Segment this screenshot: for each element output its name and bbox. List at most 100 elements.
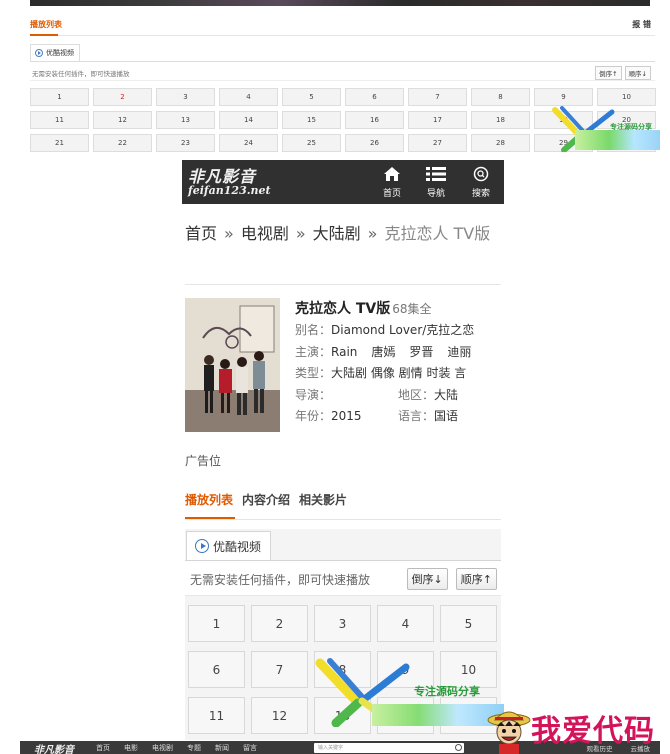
footer-logo[interactable]: 非凡影音 <box>34 741 74 754</box>
blur-patch <box>372 704 504 726</box>
alias-key: 别名： <box>295 323 332 337</box>
footer-menu-item[interactable]: 专题 <box>187 743 201 753</box>
stamp-text: 我爱代码 <box>531 714 655 749</box>
desktop-episode-button[interactable]: 12 <box>93 111 152 129</box>
desktop-playlist-preview: 播放列表 报 错 优酷视频 无需安装任何插件，即可快速播放 倒序↑ 顺序↓ 12… <box>20 0 660 152</box>
onepiece-avatar-icon <box>487 711 531 754</box>
footer-menu-item[interactable]: 电影 <box>124 743 138 753</box>
desktop-episode-button[interactable]: 5 <box>282 88 341 106</box>
desktop-episode-button[interactable]: 1 <box>30 88 89 106</box>
year-value: 2015 <box>331 409 362 423</box>
breadcrumb-subcategory[interactable]: 大陆剧 <box>313 224 361 243</box>
cast-key: 主演： <box>295 344 332 359</box>
alias-row: 别名：Diamond Lover/克拉之恋 <box>295 320 501 342</box>
desktop-episode-button[interactable]: 2 <box>93 88 152 106</box>
desktop-episode-button[interactable]: 10 <box>597 88 656 106</box>
breadcrumb-category[interactable]: 电视剧 <box>241 224 289 243</box>
desktop-sort-asc-button[interactable]: 顺序↓ <box>624 66 651 80</box>
nav-search[interactable]: 搜索 <box>466 164 496 202</box>
desktop-hint-text: 无需安装任何插件，即可快速播放 <box>32 70 130 78</box>
genre-value: 大陆剧 偶像 剧情 时装 言 <box>331 366 467 380</box>
breadcrumb-current: 克拉恋人 TV版 <box>384 224 491 243</box>
desktop-episode-button[interactable]: 18 <box>471 111 530 129</box>
desktop-episode-button[interactable]: 21 <box>30 134 89 152</box>
desktop-episode-button[interactable]: 13 <box>156 111 215 129</box>
episode-button[interactable]: 2 <box>251 605 308 642</box>
director-key: 导演： <box>295 387 332 402</box>
desktop-episode-button[interactable]: 22 <box>93 134 152 152</box>
page-root: 播放列表 报 错 优酷视频 无需安装任何插件，即可快速播放 倒序↑ 顺序↓ 12… <box>0 0 670 754</box>
desktop-episode-button[interactable]: 11 <box>30 111 89 129</box>
language-key: 语言： <box>398 409 435 423</box>
desktop-episode-button[interactable]: 4 <box>219 88 278 106</box>
search-icon <box>473 166 489 182</box>
desktop-episode-button[interactable]: 15 <box>282 111 341 129</box>
tab-related[interactable]: 相关影片 <box>299 490 347 519</box>
episode-button[interactable]: 3 <box>314 605 371 642</box>
desktop-episode-button[interactable]: 17 <box>408 111 467 129</box>
episode-button[interactable]: 6 <box>188 651 245 688</box>
desktop-episode-button[interactable]: 6 <box>345 88 404 106</box>
nav-search-label: 搜索 <box>471 189 490 199</box>
desktop-sort-desc-button[interactable]: 倒序↑ <box>595 66 622 80</box>
language-value: 国语 <box>434 409 459 423</box>
cast-member[interactable]: Rain <box>331 345 357 359</box>
site-logo-domain[interactable]: feifan123.net <box>188 184 271 197</box>
episode-button[interactable]: 4 <box>377 605 434 642</box>
desktop-episode-button[interactable]: 24 <box>219 134 278 152</box>
list-icon <box>426 167 446 181</box>
nav-home[interactable]: 首页 <box>377 164 407 202</box>
breadcrumb-separator: » <box>295 224 306 243</box>
breadcrumb: 首页 » 电视剧 » 大陆剧 » 克拉恋人 TV版 <box>185 218 501 250</box>
footer-menu-item[interactable]: 电视剧 <box>152 743 173 753</box>
desktop-episode-button[interactable]: 27 <box>408 134 467 152</box>
source-tab-youku[interactable]: 优酷视频 <box>186 531 271 560</box>
report-error-link[interactable]: 报 错 <box>632 19 651 30</box>
cast-member[interactable]: 罗晋 <box>409 345 433 359</box>
episode-button[interactable]: 7 <box>251 651 308 688</box>
tab-playlist[interactable]: 播放列表 <box>185 490 236 519</box>
episode-button[interactable]: 5 <box>440 605 497 642</box>
search-icon[interactable] <box>455 744 462 751</box>
footer-menu-item[interactable]: 新闻 <box>215 743 229 753</box>
tab-description[interactable]: 内容介绍 <box>242 490 290 519</box>
desktop-episode-button[interactable]: 25 <box>282 134 341 152</box>
footer-menu-item[interactable]: 首页 <box>96 743 110 753</box>
episode-button[interactable]: 1 <box>188 605 245 642</box>
sort-desc-button[interactable]: 倒序↓ <box>406 568 448 590</box>
episode-button[interactable]: 11 <box>188 697 245 734</box>
desktop-episode-button[interactable]: 14 <box>219 111 278 129</box>
desktop-episode-button[interactable]: 28 <box>471 134 530 152</box>
video-title: 克拉恋人 TV版 <box>295 301 391 317</box>
cast-member[interactable]: 唐嫣 <box>371 345 395 359</box>
desktop-episode-button[interactable]: 8 <box>471 88 530 106</box>
nav-home-label: 首页 <box>382 189 401 199</box>
poster-image[interactable] <box>185 298 280 432</box>
year-key: 年份： <box>295 409 332 423</box>
desktop-episode-button[interactable]: 7 <box>408 88 467 106</box>
watermark-text: 专注源码分享 <box>414 685 480 698</box>
desktop-episode-button[interactable]: 3 <box>156 88 215 106</box>
cast-member[interactable]: 迪丽 <box>447 345 471 359</box>
play-circle-icon <box>195 539 209 553</box>
desktop-episode-button[interactable]: 26 <box>345 134 404 152</box>
desktop-episode-button[interactable]: 9 <box>534 88 593 106</box>
episode-button[interactable]: 12 <box>251 697 308 734</box>
sort-asc-button[interactable]: 顺序↑ <box>455 568 497 590</box>
breadcrumb-home[interactable]: 首页 <box>185 224 217 243</box>
desktop-episode-button[interactable]: 23 <box>156 134 215 152</box>
site-header: 非凡影音 feifan123.net 首页 导航 搜索 <box>182 160 504 204</box>
footer-search-placeholder: 输入关键字 <box>318 745 344 751</box>
home-icon <box>384 167 400 181</box>
nav-guide[interactable]: 导航 <box>421 164 451 202</box>
desktop-hint-row: 无需安装任何插件，即可快速播放 倒序↑ 顺序↓ <box>30 61 655 81</box>
footer-search-input[interactable]: 输入关键字 <box>314 743 464 753</box>
desktop-source-tab-label: 优酷视频 <box>46 49 74 57</box>
desktop-episode-button[interactable]: 16 <box>345 111 404 129</box>
alias-value: Diamond Lover/克拉之恋 <box>331 323 475 337</box>
poster-artwork <box>185 298 280 432</box>
footer-menu-item[interactable]: 留言 <box>243 743 257 753</box>
desktop-tab-playlist[interactable]: 播放列表 <box>30 19 62 30</box>
desktop-source-tab[interactable]: 优酷视频 <box>30 44 80 61</box>
region-key: 地区： <box>398 387 435 402</box>
